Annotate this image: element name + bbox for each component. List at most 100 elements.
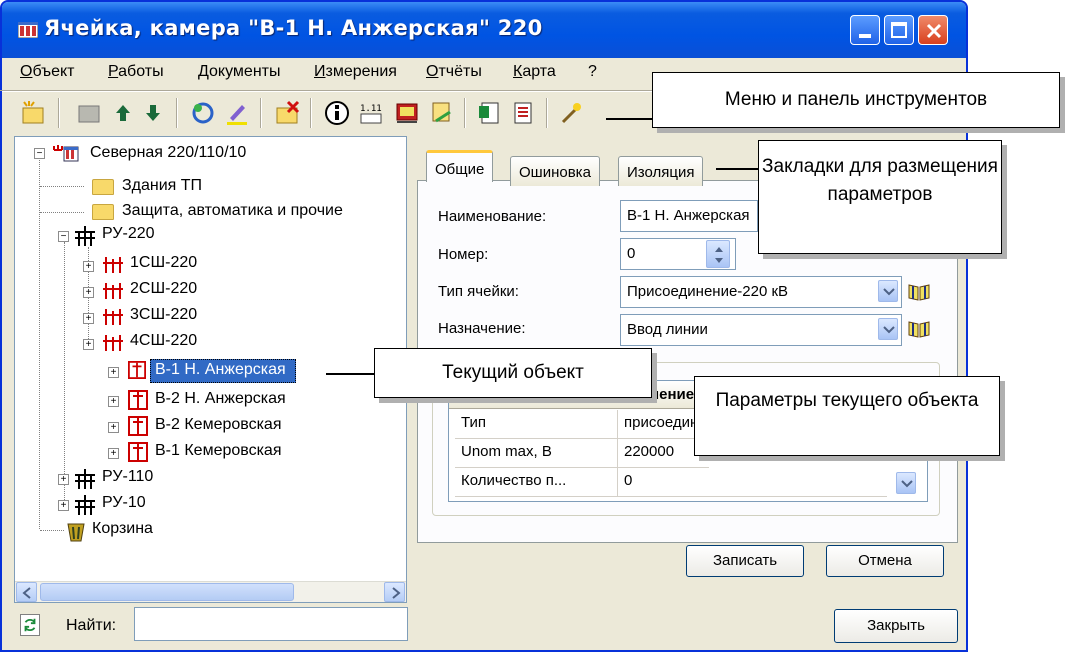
toolbar-separator xyxy=(58,98,60,128)
expand-toggle[interactable]: + xyxy=(108,448,119,459)
callout-current-params: Параметры текущего объекта xyxy=(694,376,1000,456)
arrow-down-icon[interactable] xyxy=(140,100,166,126)
tree-item-trash[interactable]: Корзина xyxy=(92,520,153,538)
scroll-right-button[interactable] xyxy=(384,582,405,602)
recycle-icon[interactable] xyxy=(20,614,40,636)
expand-toggle[interactable]: + xyxy=(58,500,69,511)
tree-item-ru220[interactable]: РУ-220 xyxy=(102,225,155,243)
maximize-button[interactable] xyxy=(884,15,914,45)
purpose-dropdown-button[interactable] xyxy=(878,318,898,340)
callout-leader xyxy=(716,168,758,170)
busbar-icon xyxy=(103,283,123,299)
grid-row-name[interactable]: Количество п... xyxy=(455,468,617,497)
tree-item-cell[interactable]: В-2 Кемеровская xyxy=(155,416,282,434)
folder-icon xyxy=(92,179,114,195)
save-button[interactable]: Записать xyxy=(686,545,804,577)
purpose-label: Назначение: xyxy=(438,320,526,337)
busbar-icon xyxy=(103,335,123,351)
purpose-select[interactable]: Ввод линии xyxy=(620,314,902,346)
find-input[interactable] xyxy=(134,607,408,641)
expand-toggle[interactable]: + xyxy=(83,339,94,350)
tree-item-ru10[interactable]: РУ-10 xyxy=(102,494,146,512)
menu-help[interactable]: ? xyxy=(588,63,597,81)
svg-text:1.11: 1.11 xyxy=(360,104,382,114)
expand-toggle[interactable]: + xyxy=(83,261,94,272)
name-field[interactable]: В-1 Н. Анжерская xyxy=(620,200,758,232)
switchgear-icon xyxy=(75,495,95,515)
expand-toggle[interactable]: + xyxy=(108,422,119,433)
close-window-button[interactable]: Закрыть xyxy=(834,609,958,643)
pen-icon[interactable] xyxy=(224,100,250,126)
tree-item-cell[interactable]: В-2 Н. Анжерская xyxy=(155,390,286,408)
arrow-up-icon[interactable] xyxy=(110,100,136,126)
reference-book-icon[interactable] xyxy=(908,283,930,301)
minimize-button[interactable] xyxy=(850,15,880,45)
toolbar-separator xyxy=(546,98,548,128)
busbar-icon xyxy=(103,309,123,325)
document-icon[interactable] xyxy=(476,100,502,126)
chevron-down-icon xyxy=(901,480,913,488)
grid-row-dropdown-button[interactable] xyxy=(896,472,916,494)
tree-line xyxy=(40,212,84,213)
expand-toggle[interactable]: + xyxy=(108,367,119,378)
number-spinner[interactable] xyxy=(706,240,730,268)
title-bar[interactable]: Ячейка, камера "В-1 Н. Анжерская" 220 xyxy=(2,2,966,58)
tab-general[interactable]: Общие xyxy=(426,150,494,182)
grid-row-name[interactable]: Тип xyxy=(455,410,617,439)
menu-reports[interactable]: Отчёты xyxy=(426,63,482,81)
spinner-arrows-icon xyxy=(715,247,723,263)
expand-toggle[interactable]: + xyxy=(58,474,69,485)
menu-map[interactable]: Карта xyxy=(513,63,556,81)
grid-row-value[interactable]: 0 xyxy=(617,468,887,497)
scroll-left-button[interactable] xyxy=(16,582,37,602)
tree-item-protection[interactable]: Защита, автоматика и прочие xyxy=(122,202,343,220)
tree-item-bus[interactable]: 1СШ-220 xyxy=(130,254,197,272)
menu-works[interactable]: Работы xyxy=(108,63,164,81)
maximize-icon xyxy=(891,22,907,38)
tree-item-cell-selected[interactable]: В-1 Н. Анжерская xyxy=(155,361,286,379)
document-list-icon[interactable] xyxy=(510,100,536,126)
expand-toggle[interactable]: + xyxy=(108,396,119,407)
cell-type-select[interactable]: Присоединение-220 кВ xyxy=(620,276,902,308)
expand-toggle[interactable]: + xyxy=(83,313,94,324)
magic-wand-icon[interactable] xyxy=(558,100,584,126)
expand-toggle[interactable]: + xyxy=(83,287,94,298)
report-icon[interactable] xyxy=(394,100,420,126)
tree-item-bus[interactable]: 3СШ-220 xyxy=(130,306,197,324)
delete-icon[interactable] xyxy=(274,100,300,126)
info-icon[interactable] xyxy=(324,100,350,126)
close-icon xyxy=(926,23,942,39)
number-label: Номер: xyxy=(438,246,489,263)
callout-leader xyxy=(326,373,374,375)
chevron-down-icon xyxy=(883,288,895,296)
folder-icon[interactable] xyxy=(76,100,102,126)
tab-insulation[interactable]: Изоляция xyxy=(618,156,704,186)
export-icon[interactable] xyxy=(428,100,454,126)
grid-row-name[interactable]: Unom max, В xyxy=(455,439,617,468)
refresh-icon[interactable] xyxy=(190,100,216,126)
collapse-toggle[interactable]: − xyxy=(34,148,45,159)
menu-object[interactable]: Объект xyxy=(20,63,75,81)
tree-root-label[interactable]: Северная 220/110/10 xyxy=(90,144,246,162)
cell-type-dropdown-button[interactable] xyxy=(878,280,898,302)
tree-item-cell[interactable]: В-1 Кемеровская xyxy=(155,442,282,460)
tree-item-bus[interactable]: 4СШ-220 xyxy=(130,332,197,350)
measurement-icon[interactable]: 1.11 xyxy=(358,100,384,126)
tree-item-buildings[interactable]: Здания ТП xyxy=(122,177,202,195)
chevron-left-icon xyxy=(22,587,31,599)
menu-measurements[interactable]: Измерения xyxy=(314,63,397,81)
tree-line xyxy=(64,242,65,506)
tree-item-bus[interactable]: 2СШ-220 xyxy=(130,280,197,298)
close-button[interactable] xyxy=(918,15,948,45)
collapse-toggle[interactable]: − xyxy=(58,231,69,242)
menu-documents[interactable]: Документы xyxy=(198,63,280,81)
find-label: Найти: xyxy=(66,617,117,634)
new-cell-icon[interactable] xyxy=(20,100,46,126)
cancel-button[interactable]: Отмена xyxy=(826,545,944,577)
tab-busbar[interactable]: Ошиновка xyxy=(510,156,600,186)
substation-icon xyxy=(53,145,79,162)
callout-menu-toolbar: Меню и панель инструментов xyxy=(652,72,1060,128)
reference-book-icon[interactable] xyxy=(908,320,930,338)
tree-item-ru110[interactable]: РУ-110 xyxy=(102,468,153,486)
scroll-thumb[interactable] xyxy=(40,583,294,601)
